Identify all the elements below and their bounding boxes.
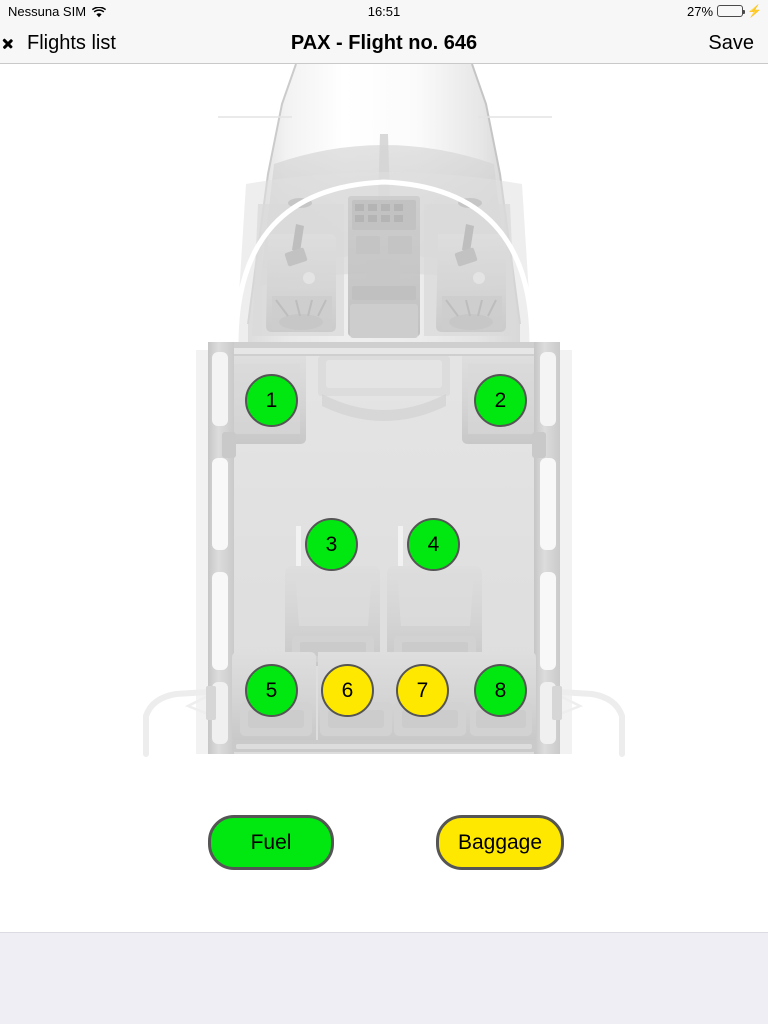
seat-marker-3[interactable]: 3 (305, 518, 358, 571)
baggage-button-label: Baggage (457, 830, 543, 854)
seat-number-label: 3 (325, 532, 338, 556)
lightning-bolt-icon: ⚡ (747, 4, 762, 18)
seat-marker-1[interactable]: 1 (245, 374, 298, 427)
seat-marker-2[interactable]: 2 (474, 374, 527, 427)
battery-percent-label: 27% (687, 3, 714, 19)
seat-number-label: 4 (427, 532, 440, 556)
seat-marker-7[interactable]: 7 (396, 664, 449, 717)
seat-marker-6[interactable]: 6 (321, 664, 374, 717)
seat-marker-8[interactable]: 8 (474, 664, 527, 717)
fuel-button[interactable]: Fuel (208, 815, 334, 870)
seat-number-label: 7 (416, 678, 429, 702)
seat-number-label: 6 (341, 678, 354, 702)
main-content: 1 2 3 4 5 6 7 8 Fuel Baggage (0, 64, 768, 932)
helicopter-cabin-diagram (0, 64, 768, 774)
app-screen: Nessuna SIM 16:51 27% ⚡ Flights list PAX… (0, 0, 768, 1024)
navigation-bar: Flights list PAX - Flight no. 646 Save (0, 22, 768, 64)
seat-marker-4[interactable]: 4 (407, 518, 460, 571)
seat-number-label: 2 (494, 388, 507, 412)
bottom-toolbar: HEL Info DOCS (0, 932, 768, 1024)
page-title: PAX - Flight no. 646 (290, 31, 478, 54)
status-bar-clock: 16:51 (367, 3, 401, 19)
battery-icon (717, 5, 746, 17)
seat-number-label: 8 (494, 678, 507, 702)
save-button[interactable]: Save (708, 22, 754, 64)
seat-marker-5[interactable]: 5 (245, 664, 298, 717)
status-bar: Nessuna SIM 16:51 27% ⚡ (0, 0, 768, 22)
baggage-button[interactable]: Baggage (436, 815, 564, 870)
seat-number-label: 1 (265, 388, 278, 412)
status-bar-right: 27% ⚡ (687, 4, 762, 19)
fuel-button-label: Fuel (250, 830, 292, 854)
seat-number-label: 5 (265, 678, 278, 702)
